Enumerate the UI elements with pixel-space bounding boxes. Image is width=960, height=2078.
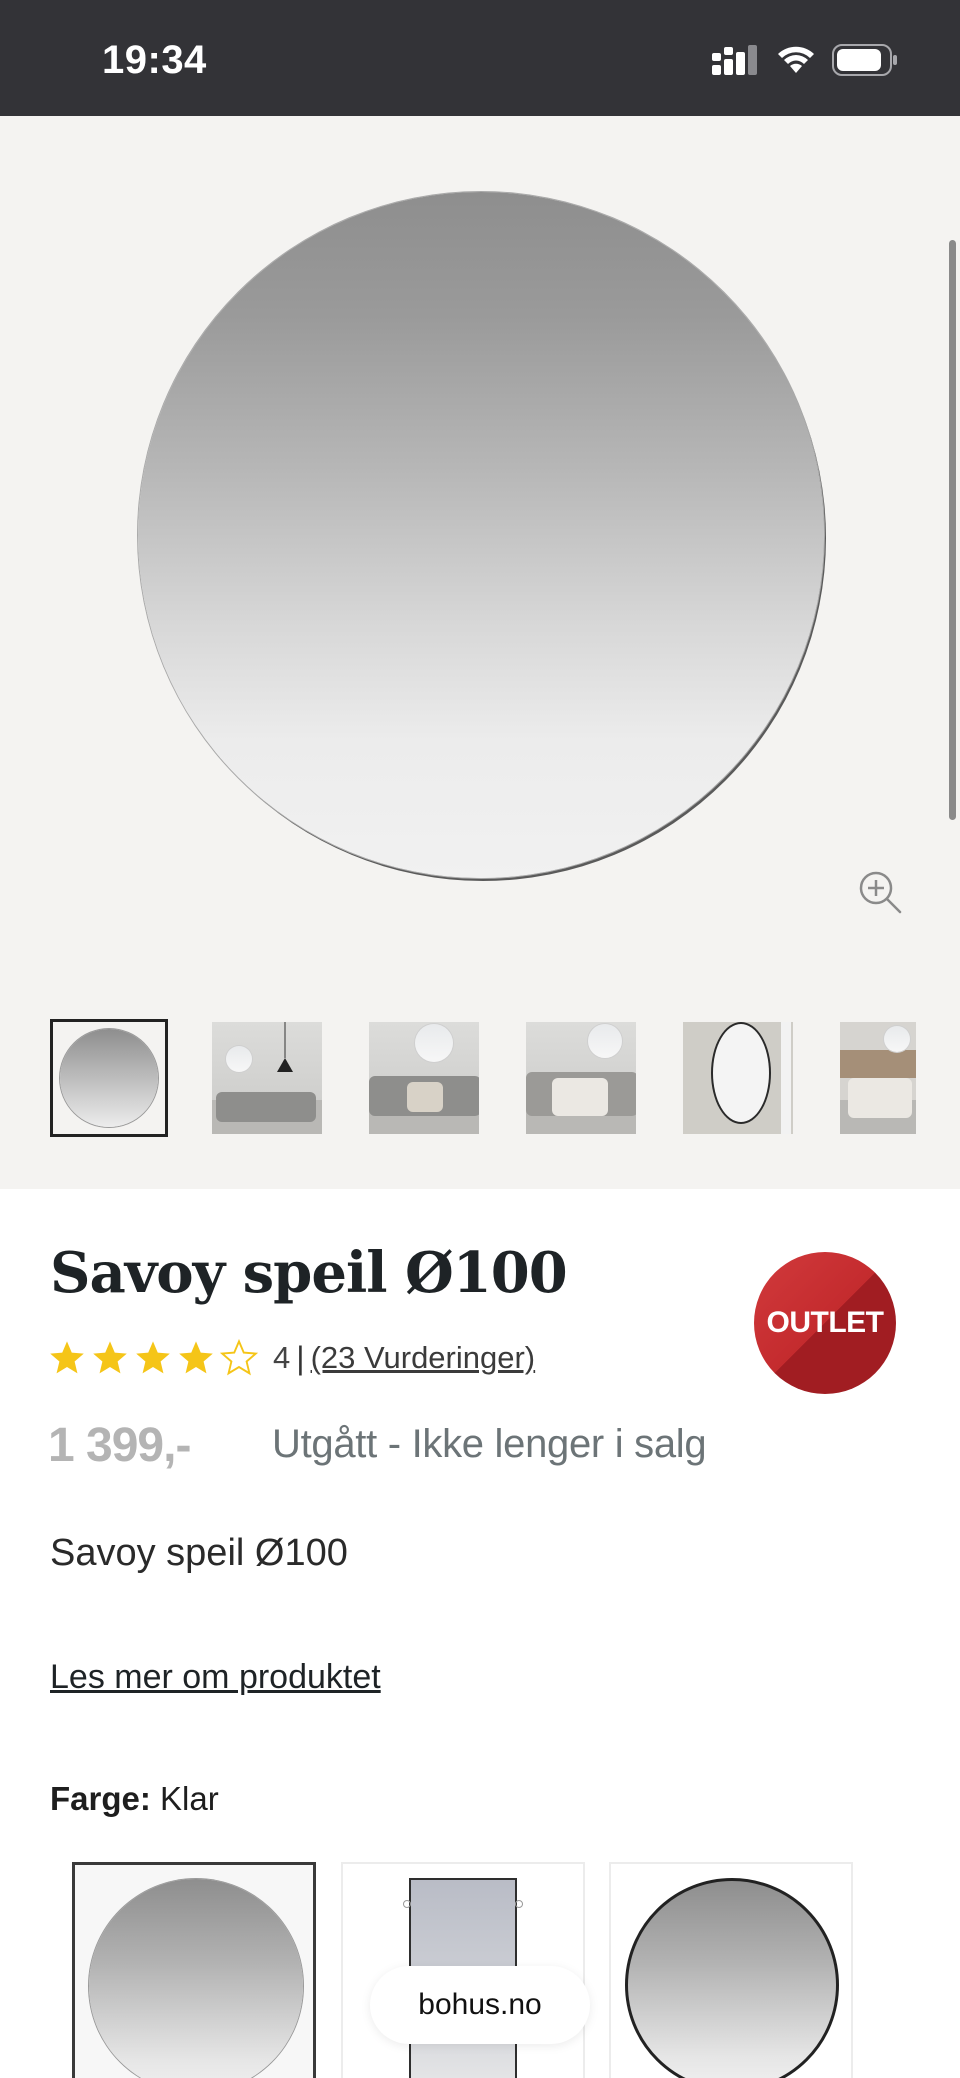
star-filled-icon [93, 1341, 127, 1374]
gallery-scrollbar[interactable] [949, 240, 956, 820]
product-price: 1 399,- [48, 1419, 191, 1472]
thumbnail-living-room-sofa[interactable] [212, 1022, 322, 1134]
short-description: Savoy speil Ø100 [50, 1532, 348, 1574]
variant-image [625, 1878, 839, 2078]
status-icons [712, 44, 898, 76]
wifi-icon [778, 46, 814, 73]
variant-clear-round[interactable] [72, 1862, 316, 2078]
outlet-badge: OUTLET [754, 1252, 896, 1394]
zoom-in-icon[interactable] [856, 868, 904, 916]
color-value: Klar [160, 1780, 219, 1817]
color-selector-label: Farge: Klar [50, 1780, 219, 1818]
color-label: Farge: [50, 1780, 151, 1817]
availability-status: Utgått - Ikke lenger i salg [272, 1422, 707, 1466]
star-empty-icon [220, 1339, 258, 1376]
read-more-link[interactable]: Les mer om produktet [50, 1658, 381, 1697]
signal-icon [712, 45, 757, 75]
variant-black-frame-round[interactable] [609, 1862, 853, 2078]
star-filled-icon [179, 1341, 213, 1374]
product-title: Savoy speil Ø100 [50, 1240, 568, 1306]
battery-icon [832, 44, 897, 76]
rating-separator: | [296, 1339, 305, 1376]
status-bar: 19:34 [0, 0, 960, 116]
star-filled-icon [50, 1341, 84, 1374]
product-gallery[interactable] [0, 116, 960, 1189]
browser-domain: bohus.no [418, 1988, 542, 2021]
thumbnail-strip [0, 1019, 960, 1142]
thumbnail-living-room-sofa-throw[interactable] [369, 1022, 479, 1134]
thumbnail-bedroom[interactable] [526, 1022, 636, 1134]
rating-row: 4 | (23 Vurderinger) [48, 1336, 535, 1380]
star-filled-icon [136, 1341, 170, 1374]
reviews-link[interactable]: (23 Vurderinger) [311, 1340, 536, 1376]
status-time: 19:34 [102, 38, 207, 82]
thumbnail-bedroom-headboard[interactable] [840, 1022, 916, 1134]
rating-score: 4 [273, 1340, 291, 1375]
browser-url-pill[interactable]: bohus.no [370, 1966, 590, 2044]
variant-image [89, 1879, 303, 2078]
thumbnail-mirror-wall-detail[interactable] [683, 1022, 793, 1134]
thumbnail-mirror-product[interactable] [50, 1019, 168, 1137]
outlet-badge-label: OUTLET [766, 1306, 885, 1339]
main-product-image[interactable] [138, 192, 824, 878]
